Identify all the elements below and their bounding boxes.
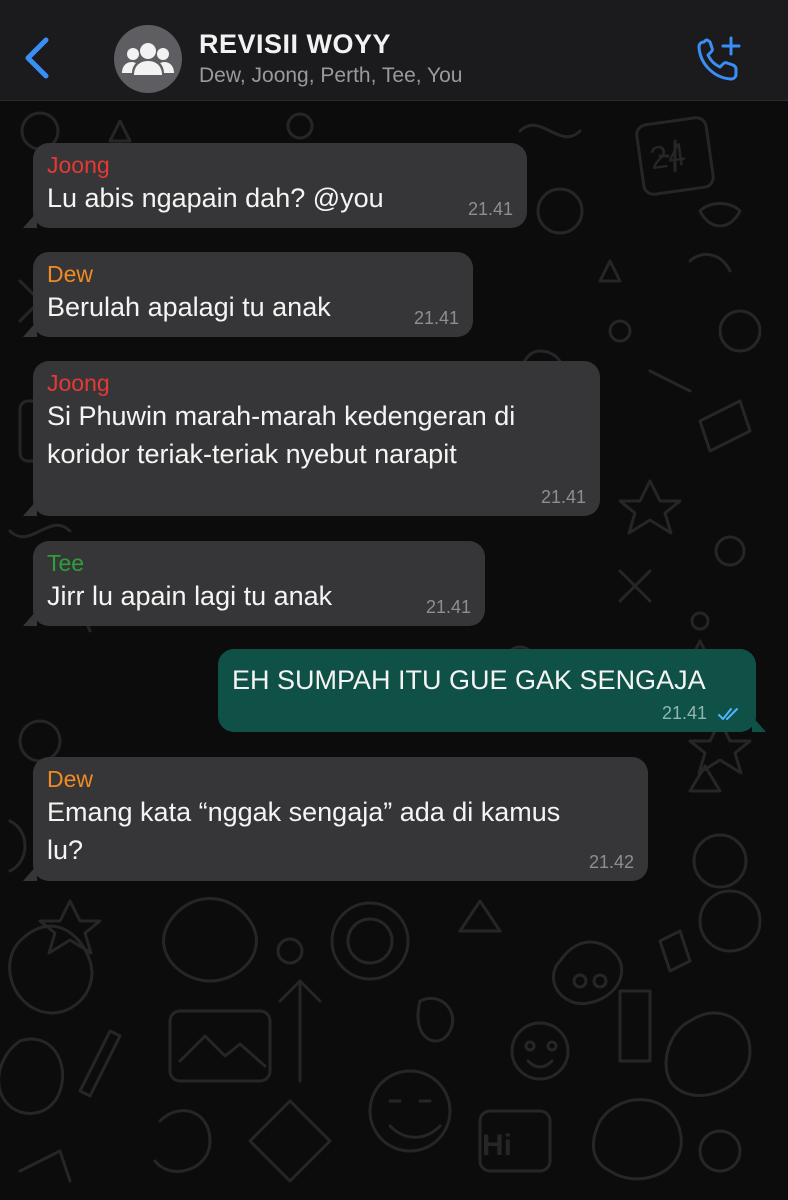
message-time: 21.41 xyxy=(467,199,513,219)
sender-name[interactable]: Joong xyxy=(47,369,586,397)
add-call-button[interactable] xyxy=(694,34,744,84)
message-bubble-incoming[interactable]: Dew Emang kata “nggak sengaja” ada di ka… xyxy=(23,757,648,881)
bubble-tail xyxy=(23,321,37,337)
message-bubble-outgoing[interactable]: EH SUMPAH ITU GUE GAK SENGAJA 21.41 xyxy=(218,649,766,732)
message-bubble-incoming[interactable]: Joong Lu abis ngapain dah? @you 21.41 xyxy=(23,143,527,228)
bubble-tail xyxy=(23,500,37,516)
message-text-line: lu? xyxy=(47,835,84,865)
chat-screen: REVISII WOYY Dew, Joong, Perth, Tee, You xyxy=(0,0,788,1200)
message-text-line: koridor teriak-teriak nyebut narapit xyxy=(47,439,457,469)
message-text: Lu abis ngapain dah? @you xyxy=(47,183,384,213)
chevron-left-icon xyxy=(25,37,49,79)
message-time: 21.41 xyxy=(540,487,586,507)
double-check-icon xyxy=(718,708,738,721)
chat-title[interactable]: REVISII WOYY xyxy=(199,29,391,60)
message-text: Jirr lu apain lagi tu anak xyxy=(47,581,333,611)
sender-name[interactable]: Dew xyxy=(47,260,459,288)
message-list[interactable]: Hi 24 Joong Lu abis ngapain dah? @you 21… xyxy=(0,101,788,1200)
message-time: 21.42 xyxy=(588,852,634,872)
add-call-icon xyxy=(697,36,741,81)
bubble-tail xyxy=(23,865,37,881)
message-time: 21.41 xyxy=(425,597,471,617)
chat-header: REVISII WOYY Dew, Joong, Perth, Tee, You xyxy=(0,0,788,101)
message-text-line: Emang kata “nggak sengaja” ada di kamus xyxy=(47,797,561,827)
message-text: Berulah apalagi tu anak xyxy=(47,292,331,322)
chat-members[interactable]: Dew, Joong, Perth, Tee, You xyxy=(199,64,462,88)
wallpaper-hi-text: Hi xyxy=(482,1129,512,1162)
group-icon xyxy=(122,43,174,75)
message-status: 21.41 xyxy=(662,703,742,724)
bubble-tail xyxy=(23,610,37,626)
group-avatar[interactable] xyxy=(114,25,182,93)
sender-name[interactable]: Tee xyxy=(47,549,471,577)
bubble-tail xyxy=(23,212,37,228)
message-text: EH SUMPAH ITU GUE GAK SENGAJA xyxy=(232,665,706,695)
message-time: 21.41 xyxy=(661,703,707,723)
back-button[interactable] xyxy=(18,34,58,82)
message-bubble-incoming[interactable]: Tee Jirr lu apain lagi tu anak 21.41 xyxy=(23,541,485,626)
message-time: 21.41 xyxy=(413,308,459,328)
message-text-line: Si Phuwin marah-marah kedengeran di xyxy=(47,401,516,431)
sender-name[interactable]: Dew xyxy=(47,765,634,793)
message-bubble-incoming[interactable]: Joong Si Phuwin marah-marah kedengeran d… xyxy=(23,361,600,516)
sender-name[interactable]: Joong xyxy=(47,151,513,179)
message-bubble-incoming[interactable]: Dew Berulah apalagi tu anak 21.41 xyxy=(23,252,473,337)
bubble-tail xyxy=(752,716,766,732)
wallpaper-calendar-text: 24 xyxy=(648,136,688,177)
